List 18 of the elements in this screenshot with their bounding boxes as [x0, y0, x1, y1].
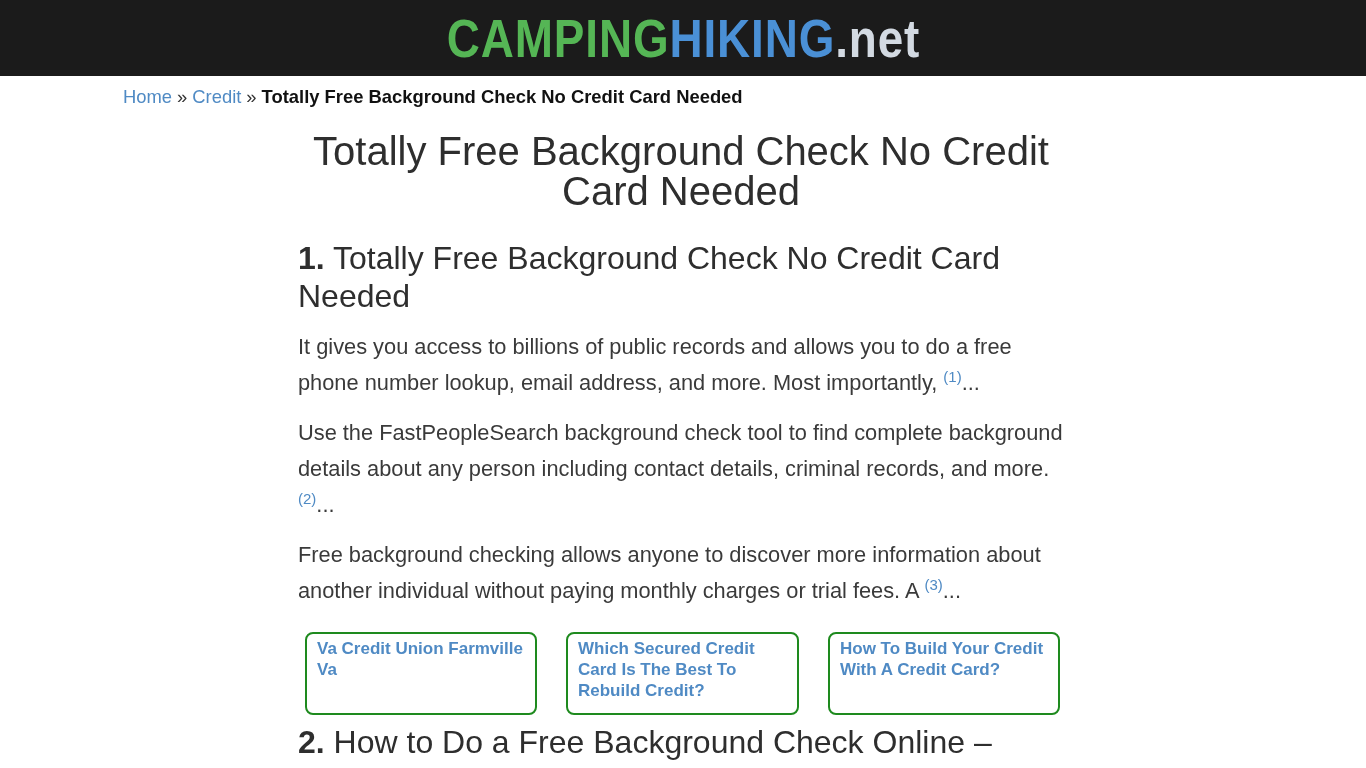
- section-heading: 1. Totally Free Background Check No Credit Card Needed: [298, 239, 1001, 315]
- breadcrumb-separator: »: [246, 85, 257, 109]
- paragraph-text: Free background checking allows anyone to discover more information about another individual without paying monthly charges or trial fees. A $^{(3)}$...: [298, 541, 1042, 605]
- section-heading: 2. How to Do a Free Background Check Online –: [298, 725, 993, 759]
- related-article-link[interactable]: How To Build Your Credit With A Credit Card?: [828, 632, 1060, 715]
- footnote-link[interactable]: (2): [298, 492, 317, 517]
- breadcrumb-link[interactable]: Credit: [192, 85, 242, 109]
- footnote-link[interactable]: (1): [943, 370, 962, 395]
- related-article-link[interactable]: Va Credit Union Farmville Va: [305, 632, 537, 715]
- breadcrumb-current-page: Totally Free Background Check No Credit Card Needed: [261, 85, 743, 109]
- related-article-link[interactable]: Which Secured Credit Card Is The Best To Rebuild Credit?: [566, 632, 799, 715]
- breadcrumb-link[interactable]: Home: [123, 85, 173, 109]
- paragraph-text: It gives you access to billions of public records and allows you to do a free phone number lookup, email address, and more. Most importantly, $^{(1)}$...: [298, 333, 1013, 397]
- page-title: Totally Free Background Check No Credit Card Needed: [312, 131, 1050, 211]
- footnote-link[interactable]: (3): [924, 578, 943, 603]
- breadcrumb-separator: »: [177, 85, 188, 109]
- site-logo[interactable]: CAMPINGHIKING.net: [447, 8, 921, 68]
- paragraph-text: Use the FastPeopleSearch background check tool to find complete background details about any person including contact details, criminal records, and more. $^{(2)}$...: [298, 419, 1064, 519]
